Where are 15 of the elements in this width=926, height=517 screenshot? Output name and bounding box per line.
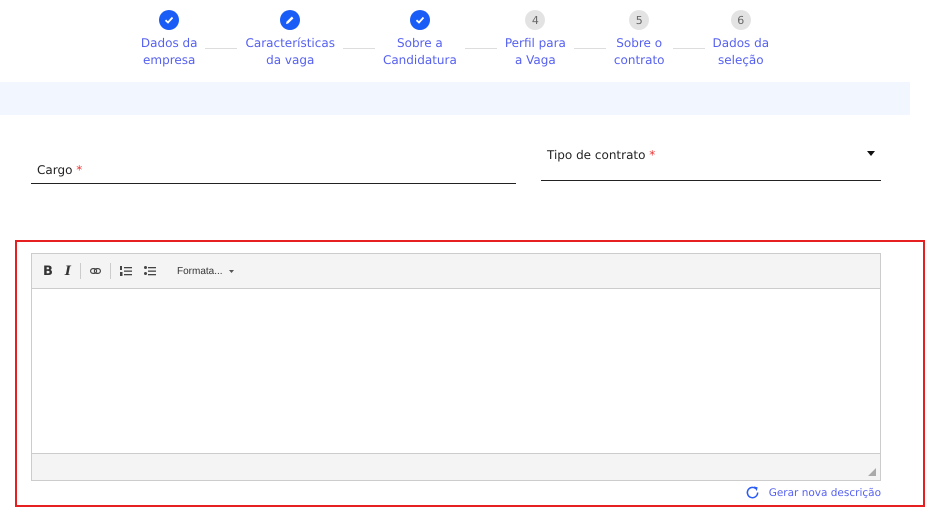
step-label[interactable]: Perfil para a Vaga: [504, 35, 566, 69]
format-dropdown[interactable]: Formata...: [177, 266, 223, 276]
select-field[interactable]: Tipo de contrato *: [541, 140, 881, 181]
step-number: 6: [737, 14, 744, 26]
step-label[interactable]: Dados da seleção: [712, 35, 770, 69]
bold-button[interactable]: B: [40, 264, 56, 278]
step-number: 5: [636, 14, 643, 26]
step-label[interactable]: Dados da empresa: [140, 35, 198, 69]
regenerate-link[interactable]: Gerar nova descrição: [768, 486, 881, 498]
step-label[interactable]: Sobre o contrato: [614, 35, 664, 69]
step-number: 4: [532, 14, 539, 26]
italic-button[interactable]: I: [62, 264, 74, 278]
step-label[interactable]: Sobre a Candidatura: [382, 35, 457, 69]
input-field[interactable]: Cargo *: [31, 140, 516, 184]
step-label[interactable]: Características da vaga: [245, 35, 335, 69]
